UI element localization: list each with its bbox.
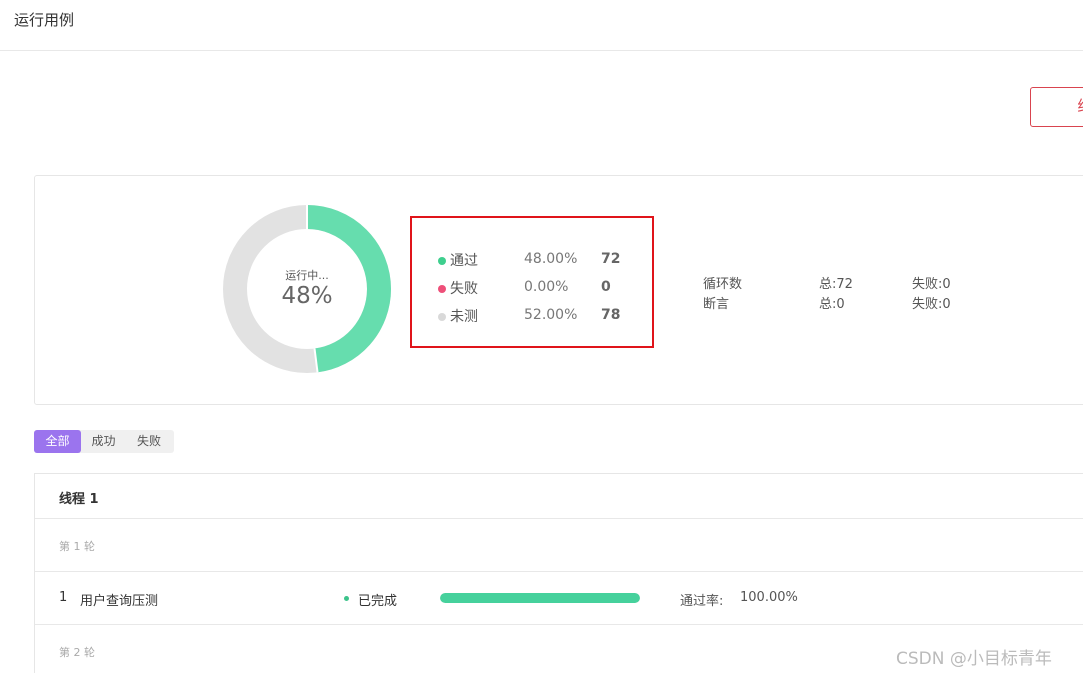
metric-assertions-name: 断言 xyxy=(703,297,730,312)
metric-loops-total: 总:72 xyxy=(819,277,853,292)
legend-row-untested: 未测 52.00% 78 xyxy=(438,305,638,327)
legend-label: 未测 xyxy=(450,309,478,325)
case-name: 用户查询压测 xyxy=(80,594,159,609)
page-title: 运行用例 xyxy=(14,11,75,29)
run-percent-text: 48% xyxy=(281,283,333,309)
legend-label: 通过 xyxy=(450,253,478,269)
result-legend: 通过 48.00% 72 失败 0.00% 0 未测 52.00% 78 xyxy=(410,216,654,348)
metric-loops-failed: 失败:0 xyxy=(912,277,951,292)
legend-count: 72 xyxy=(601,251,621,267)
legend-percent: 48.00% xyxy=(524,251,578,267)
divider xyxy=(35,518,1083,519)
legend-percent: 52.00% xyxy=(524,307,578,323)
case-progress-fill xyxy=(440,593,640,603)
legend-label: 失败 xyxy=(450,281,478,297)
legend-count: 78 xyxy=(601,307,621,323)
metric-loops-name: 循环数 xyxy=(703,277,743,292)
legend-percent: 0.00% xyxy=(524,279,569,295)
run-status-text: 运行中... xyxy=(285,269,329,282)
metric-assertions-total: 总:0 xyxy=(819,297,845,312)
status-dot-icon xyxy=(344,596,349,601)
divider xyxy=(35,624,1083,625)
terminate-button[interactable]: 终 xyxy=(1030,87,1083,127)
case-progress-bar xyxy=(440,593,640,603)
case-index: 1 xyxy=(59,590,68,605)
fail-dot-icon xyxy=(438,285,446,293)
filter-tab-all[interactable]: 全部 xyxy=(34,430,81,453)
pass-dot-icon xyxy=(438,257,446,265)
pass-rate-value: 100.00% xyxy=(740,590,798,605)
stats-card: 运行中... 48% 通过 48.00% 72 失败 0.00% 0 未测 52… xyxy=(34,175,1083,405)
legend-row-pass: 通过 48.00% 72 xyxy=(438,249,638,271)
pass-rate-label: 通过率: xyxy=(680,594,724,609)
divider xyxy=(35,571,1083,572)
result-filter-tabs: 全部 成功 失败 xyxy=(34,430,174,453)
round-label: 第 2 轮 xyxy=(59,646,95,659)
thread-card: 线程 1 第 1 轮 1 用户查询压测 已完成 通过率: 100.00% 第 2… xyxy=(34,473,1083,673)
page-header: 运行用例 xyxy=(0,0,1083,51)
legend-count: 0 xyxy=(601,279,611,295)
legend-row-fail: 失败 0.00% 0 xyxy=(438,277,638,299)
case-status: 已完成 xyxy=(358,594,398,609)
filter-tab-success[interactable]: 成功 xyxy=(81,430,126,453)
csdn-watermark: CSDN @小目标青年 xyxy=(896,649,1052,669)
filter-tab-failed[interactable]: 失败 xyxy=(126,430,172,453)
untested-dot-icon xyxy=(438,313,446,321)
round-label: 第 1 轮 xyxy=(59,540,95,553)
metric-assertions-failed: 失败:0 xyxy=(912,297,951,312)
thread-title[interactable]: 线程 1 xyxy=(59,488,99,507)
